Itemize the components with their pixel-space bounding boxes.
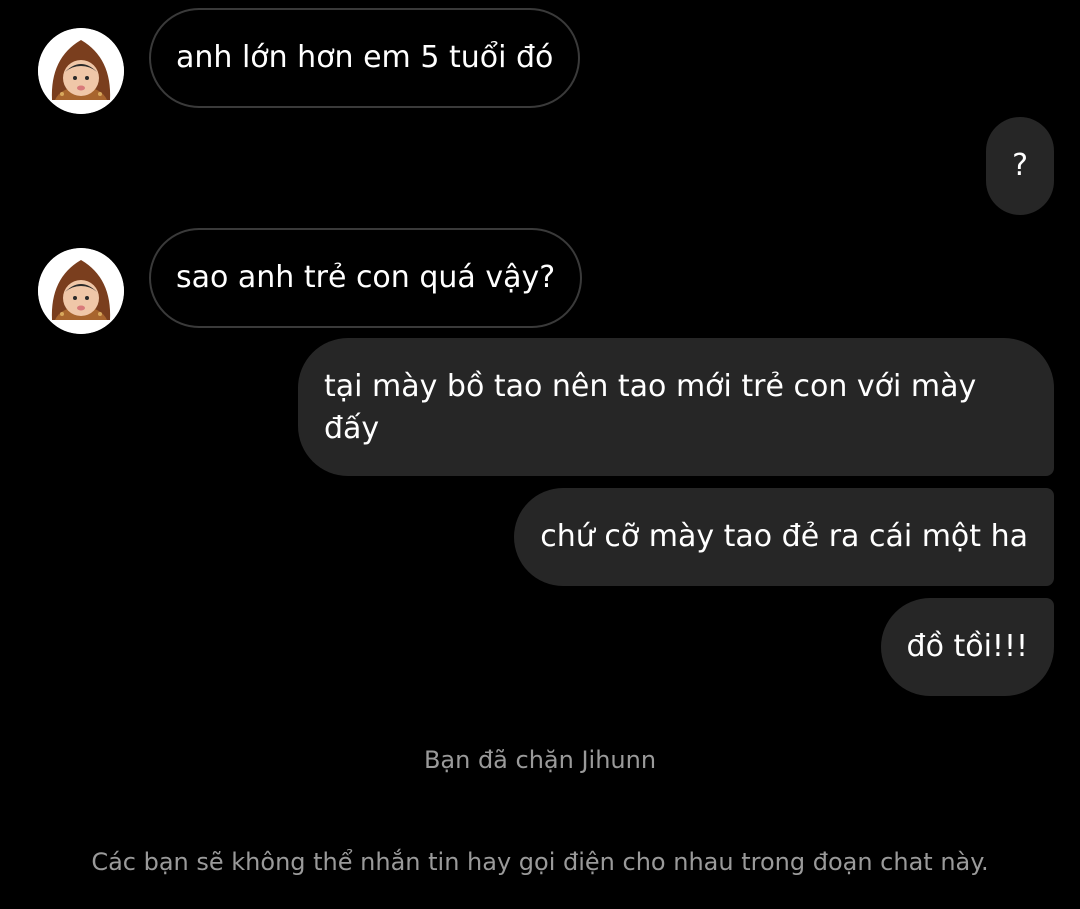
cannot-message-notice: Các bạn sẽ không thể nhắn tin hay gọi đi… <box>0 845 1080 879</box>
blocked-notice-text: Bạn đã chặn Jihunn <box>423 746 657 774</box>
message-text: tại mày bồ tao nên tao mới trẻ con với m… <box>324 369 977 446</box>
message-text: đồ tồi!!! <box>906 629 1028 664</box>
blocked-notice: Bạn đã chặn Jihunn <box>0 743 1080 777</box>
outgoing-message-bubble[interactable]: tại mày bồ tao nên tao mới trẻ con với m… <box>298 338 1054 476</box>
message-text: anh lớn hơn em 5 tuổi đó <box>176 40 554 75</box>
message-text: ? <box>1012 148 1028 183</box>
cannot-message-notice-text: Các bạn sẽ không thể nhắn tin hay gọi đi… <box>91 848 989 876</box>
contact-avatar-icon[interactable] <box>38 28 124 114</box>
incoming-message-bubble[interactable]: anh lớn hơn em 5 tuổi đó <box>149 8 581 108</box>
message-text: chứ cỡ mày tao đẻ ra cái một ha <box>540 519 1028 554</box>
message-text: sao anh trẻ con quá vậy? <box>176 260 556 295</box>
message-row-incoming: sao anh trẻ con quá vậy? <box>0 228 1080 334</box>
contact-avatar-icon[interactable] <box>38 248 124 334</box>
outgoing-message-bubble[interactable]: đồ tồi!!! <box>880 598 1054 696</box>
incoming-message-bubble[interactable]: sao anh trẻ con quá vậy? <box>149 228 583 328</box>
outgoing-message-bubble[interactable]: chứ cỡ mày tao đẻ ra cái một ha <box>514 488 1054 586</box>
message-row-incoming: anh lớn hơn em 5 tuổi đó <box>0 8 1080 114</box>
outgoing-message-bubble[interactable]: ? <box>986 117 1054 215</box>
